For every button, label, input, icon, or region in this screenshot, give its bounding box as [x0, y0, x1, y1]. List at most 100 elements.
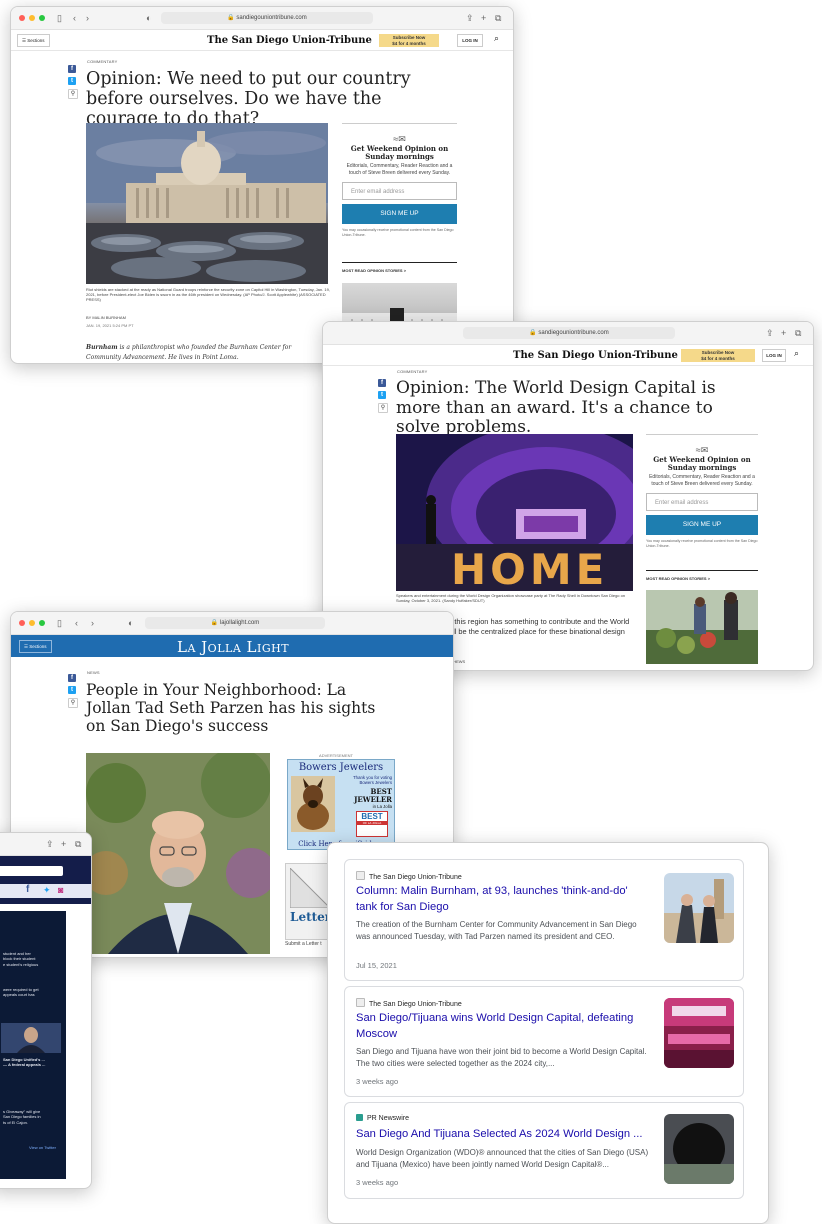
address-bar[interactable]: 🔒 lajollalight.com — [145, 617, 325, 629]
share-icon[interactable]: ⇪ — [766, 327, 774, 339]
minimize-dot[interactable] — [29, 15, 35, 21]
site-logo[interactable]: The San Diego Union-Tribune — [207, 35, 372, 46]
shield-icon[interactable]: ◐ — [146, 12, 151, 24]
kicker[interactable]: COMMENTARY — [397, 369, 428, 374]
minimize-dot[interactable] — [29, 620, 35, 626]
new-tab-icon[interactable]: + — [781, 327, 786, 339]
share-icon[interactable]: ⇪ — [46, 838, 54, 850]
letter-caption: Submit a Letter t — [285, 941, 322, 947]
search-input[interactable] — [0, 866, 63, 876]
url-text: lajollalight.com — [219, 620, 260, 626]
newsletter-description: Editorials, Commentary, Reader Reaction … — [649, 474, 755, 487]
zoom-dot[interactable] — [39, 620, 45, 626]
search-icon[interactable]: ⌕ — [494, 33, 499, 44]
address-bar[interactable]: 🔒 sandiegouniontribune.com — [463, 327, 675, 339]
ut-browser-window-1: ▯ ‹ › ◐ 🔒 sandiegouniontribune.com ⇪ + ⧉… — [10, 6, 514, 364]
twitter-icon[interactable]: ✦ — [43, 885, 51, 896]
article-body: Burnham is a philanthropist who founded … — [86, 343, 326, 362]
subscribe-button[interactable]: Subscribe Now $4 for 4 months — [379, 34, 439, 47]
twitter-icon[interactable]: t — [68, 686, 76, 694]
site-logo[interactable]: La Jolla Light — [177, 638, 289, 656]
twitter-icon[interactable]: t — [378, 391, 386, 399]
result-card-3[interactable]: PR Newswire San Diego And Tijuana Select… — [344, 1102, 744, 1199]
link-icon[interactable]: ⚲ — [68, 89, 78, 99]
new-tab-icon[interactable]: + — [481, 12, 486, 24]
kicker[interactable]: COMMENTARY — [87, 59, 118, 64]
share-icon[interactable]: ⇪ — [466, 12, 474, 24]
result-title[interactable]: San Diego/Tijuana wins World Design Capi… — [356, 1011, 651, 1042]
sidebar-icon[interactable]: ▯ — [57, 617, 62, 629]
tweet-1[interactable]: student and her block their student e st… — [3, 951, 38, 967]
result-title[interactable]: Column: Malin Burnham, at 93, launches '… — [356, 884, 651, 915]
login-button[interactable]: LOG IN — [762, 349, 786, 362]
tweet-4[interactable]: s Giveaway" will give San Diego families… — [3, 1109, 41, 1125]
kicker[interactable]: NEWS — [87, 670, 100, 675]
twitter-icon[interactable]: t — [68, 77, 76, 85]
bowers-jewelers-ad[interactable]: Bowers Jewelers Thank you for voting Bow… — [287, 759, 395, 850]
lock-icon: 🔒 — [210, 620, 219, 626]
newsletter-signup: ≈✉ Get Weekend Opinion on Sunday morning… — [342, 123, 457, 237]
article-headline: People in Your Neighborhood: La Jollan T… — [86, 681, 376, 735]
link-icon[interactable]: ⚲ — [68, 698, 78, 708]
most-read-link[interactable]: MOST READ OPINION STORIES > — [342, 262, 457, 273]
tabs-icon[interactable]: ⧉ — [495, 12, 501, 24]
result-date: Jul 15, 2021 — [356, 961, 397, 970]
back-icon[interactable]: ‹ — [73, 12, 76, 24]
sections-button[interactable]: ☰ Sections — [17, 34, 50, 47]
lock-icon: 🔒 — [227, 15, 235, 21]
facebook-icon[interactable]: f — [68, 65, 76, 73]
sidebar-icon[interactable]: ▯ — [57, 12, 62, 24]
author-bio: is a philanthropist who founded the Burn… — [86, 344, 292, 361]
result-thumbnail[interactable] — [664, 998, 734, 1068]
byline[interactable]: BY MALIN BURNHAM — [86, 315, 126, 320]
facebook-icon[interactable]: f — [378, 379, 386, 387]
email-field[interactable]: Enter email address — [342, 182, 457, 201]
email-field[interactable]: Enter email address — [646, 493, 758, 512]
capitol-photo — [86, 123, 328, 284]
sign-up-button[interactable]: SIGN ME UP — [342, 204, 457, 225]
forward-icon[interactable]: › — [86, 12, 89, 24]
dog-image — [291, 776, 335, 832]
result-card-2[interactable]: The San Diego Union-Tribune San Diego/Ti… — [344, 986, 744, 1097]
close-dot[interactable] — [19, 620, 25, 626]
tweet-3[interactable]: San Diego Unified's ... — A federal appe… — [3, 1057, 45, 1068]
instagram-icon[interactable]: ◙ — [58, 885, 63, 895]
facebook-icon[interactable]: f — [26, 884, 29, 895]
photo-caption: Riot shields are stacked at the ready as… — [86, 287, 330, 303]
subscribe-button[interactable]: Subscribe Now $4 for 4 months — [681, 349, 755, 362]
link-icon[interactable]: ⚲ — [378, 403, 388, 413]
result-thumbnail[interactable] — [664, 1114, 734, 1184]
result-thumbnail[interactable] — [664, 873, 734, 943]
sign-up-button[interactable]: SIGN ME UP — [646, 515, 758, 536]
site-logo[interactable]: The San Diego Union-Tribune — [513, 350, 678, 361]
view-on-twitter-link[interactable]: View on Twitter — [29, 1145, 56, 1150]
search-icon[interactable]: ⌕ — [794, 348, 799, 359]
tabs-icon[interactable]: ⧉ — [75, 838, 81, 850]
browser-toolbar: 🔒 sandiegouniontribune.com ⇪ + ⧉ — [323, 322, 813, 345]
tweet-2[interactable]: were required to get appeals court has — [3, 987, 39, 998]
new-tab-icon[interactable]: + — [61, 838, 66, 850]
newsletter-signup: ≈✉ Get Weekend Opinion on Sunday morning… — [646, 434, 758, 548]
zoom-dot[interactable] — [39, 15, 45, 21]
facebook-icon[interactable]: f — [68, 674, 76, 682]
ad-jeweler: JEWELER — [354, 795, 392, 804]
result-date: 3 weeks ago — [356, 1077, 399, 1086]
tweet-media[interactable] — [1, 1023, 61, 1053]
most-read-link[interactable]: MOST READ OPINION STORIES > — [646, 570, 758, 581]
forward-icon[interactable]: › — [91, 617, 94, 629]
result-card-1[interactable]: The San Diego Union-Tribune Column: Mali… — [344, 859, 744, 981]
market-photo[interactable] — [646, 590, 758, 664]
shield-icon[interactable]: ◐ — [128, 617, 133, 629]
newsletter-title: Get Weekend Opinion on Sunday mornings — [350, 144, 449, 162]
address-bar[interactable]: 🔒 sandiegouniontribune.com — [161, 12, 373, 24]
result-title[interactable]: San Diego And Tijuana Selected As 2024 W… — [356, 1127, 651, 1143]
back-icon[interactable]: ‹ — [75, 617, 78, 629]
best-of-badge: BEST OF LA JOLLA — [356, 811, 388, 837]
window-controls — [19, 15, 45, 21]
envelope-icon — [290, 868, 330, 908]
sections-button[interactable]: ☰ Sections — [19, 640, 52, 653]
close-dot[interactable] — [19, 15, 25, 21]
login-button[interactable]: LOG IN — [457, 34, 483, 47]
tabs-icon[interactable]: ⧉ — [795, 327, 801, 339]
social-bar: f ✦ ◙ — [0, 884, 91, 898]
